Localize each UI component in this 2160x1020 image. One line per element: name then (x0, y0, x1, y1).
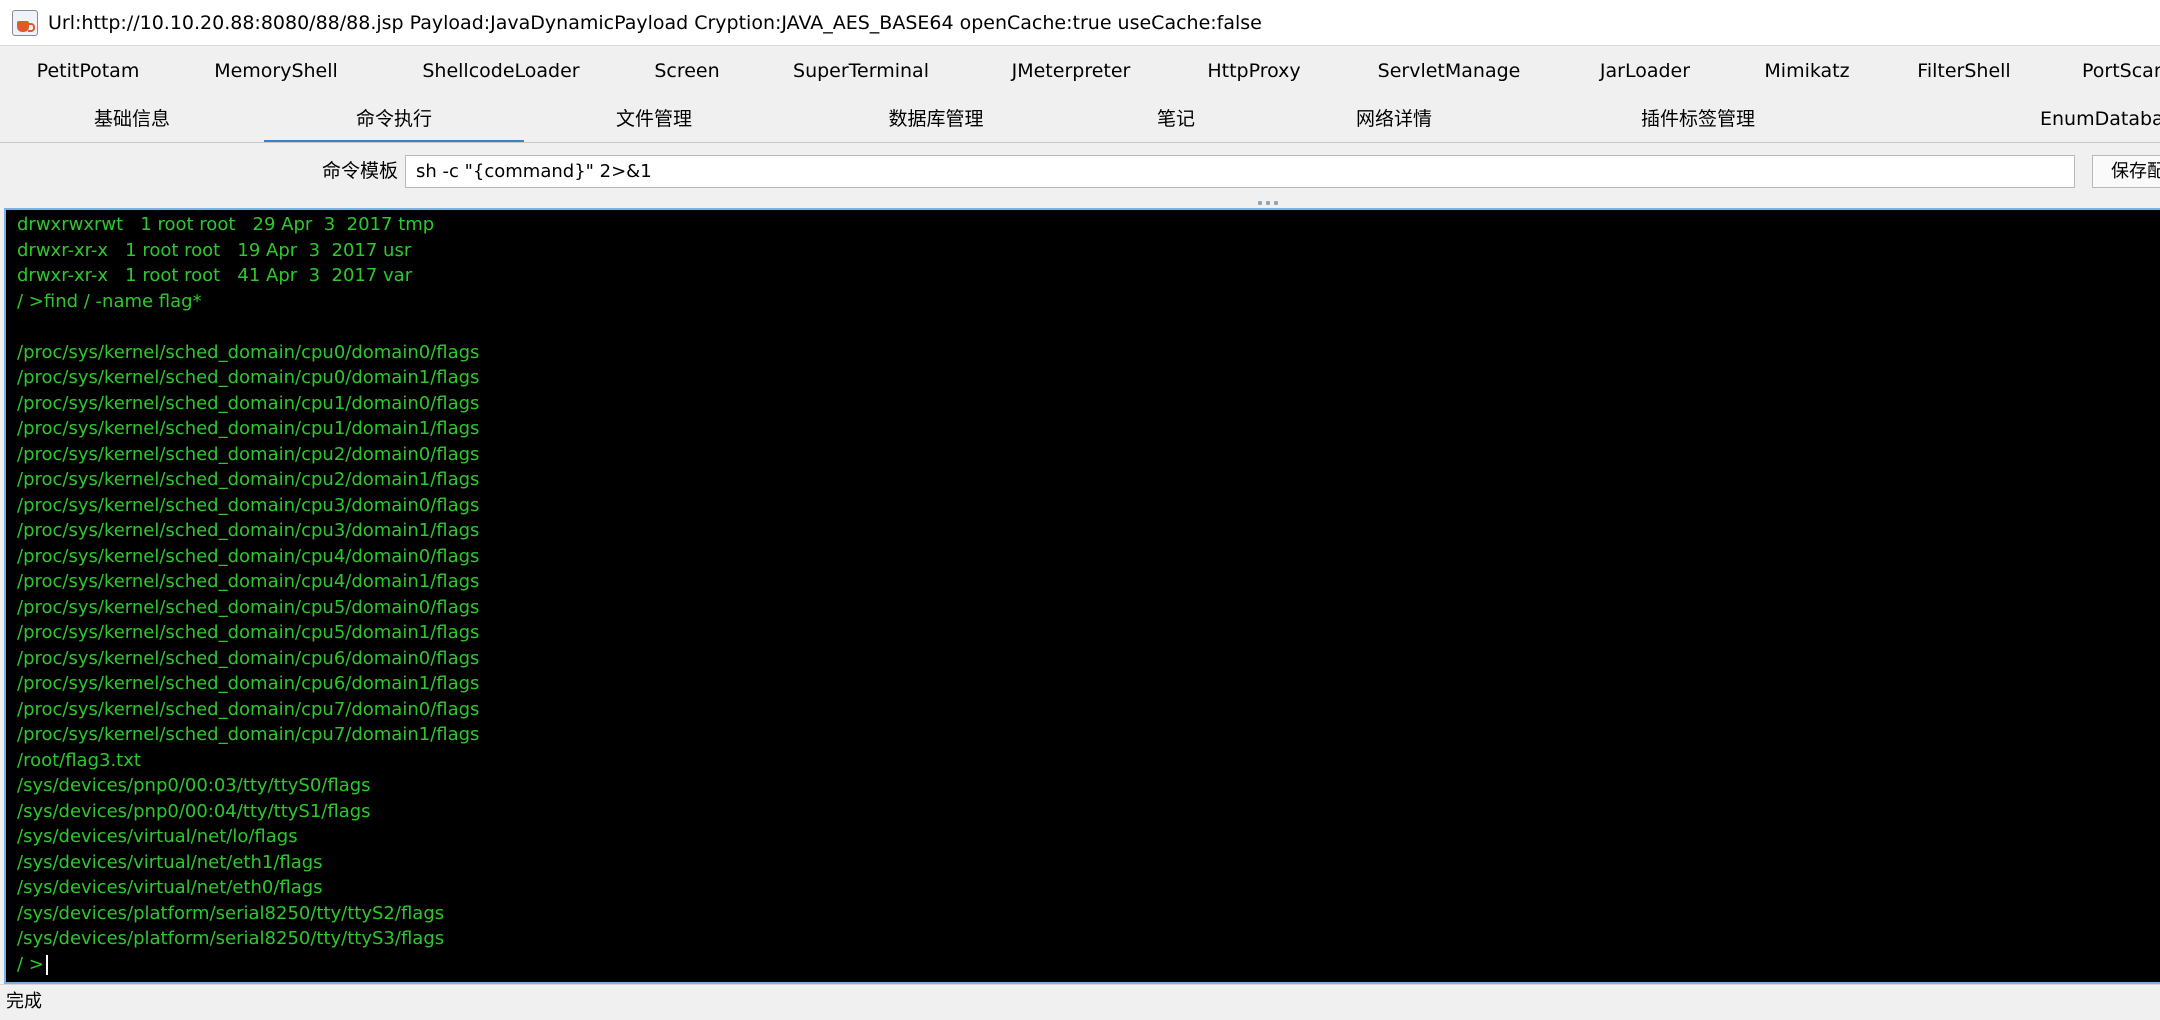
terminal-line: drwxr-xr-x 1 root root 41 Apr 3 2017 var (17, 265, 413, 286)
terminal-prompt: / > (17, 954, 44, 975)
command-template-label: 命令模板 (322, 160, 399, 182)
tab-notes[interactable]: 笔记 (1088, 96, 1264, 142)
tab-servletmanage[interactable]: ServletManage (1340, 48, 1558, 94)
java-app-icon (12, 9, 38, 36)
tab-database-manager[interactable]: 数据库管理 (784, 96, 1088, 142)
terminal-line: /sys/devices/virtual/net/eth0/flags (17, 877, 323, 898)
split-pane-divider[interactable] (0, 198, 2160, 208)
tab-shellcodeloader[interactable]: ShellcodeLoader (376, 48, 626, 94)
main-tab-row: 基础信息 命令执行 文件管理 数据库管理 笔记 网络详情 插件标签管理 Enum… (0, 96, 2160, 142)
tab-memoryshell[interactable]: MemoryShell (176, 48, 376, 94)
tab-mimikatz[interactable]: Mimikatz (1732, 48, 1882, 94)
terminal-line: /proc/sys/kernel/sched_domain/cpu0/domai… (17, 367, 480, 388)
terminal-line: drwxr-xr-x 1 root root 19 Apr 3 2017 usr (17, 239, 412, 261)
terminal-output[interactable]: drwxrwxrwt 1 root root 29 Apr 3 2017 tmp… (4, 208, 2160, 984)
window-titlebar: Url:http://10.10.20.88:8080/88/88.jsp Pa… (0, 0, 2160, 46)
terminal-line: /sys/devices/virtual/net/lo/flags (17, 826, 298, 847)
tab-enumdatabase[interactable]: EnumDatabase (2040, 96, 2160, 142)
terminal-line: /proc/sys/kernel/sched_domain/cpu6/domai… (17, 673, 480, 694)
plugin-tab-row: PetitPotam MemoryShell ShellcodeLoader S… (0, 48, 2160, 94)
tab-basic-info[interactable]: 基础信息 (0, 96, 264, 142)
terminal-line: /proc/sys/kernel/sched_domain/cpu4/domai… (17, 545, 480, 567)
window-title: Url:http://10.10.20.88:8080/88/88.jsp Pa… (48, 11, 1262, 34)
tab-divider (0, 142, 2160, 143)
terminal-line: /root/flag3.txt (17, 749, 141, 771)
status-text: 完成 (6, 991, 42, 1012)
tab-jmeterpreter[interactable]: JMeterpreter (974, 48, 1168, 94)
terminal-line: /sys/devices/virtual/net/eth1/flags (17, 851, 323, 873)
tab-jarloader[interactable]: JarLoader (1558, 48, 1732, 94)
terminal-line: /proc/sys/kernel/sched_domain/cpu6/domai… (17, 647, 480, 669)
grip-dots-icon (1258, 201, 1278, 205)
terminal-line: /proc/sys/kernel/sched_domain/cpu5/domai… (17, 596, 480, 618)
tab-petitpotam[interactable]: PetitPotam (0, 48, 176, 94)
tab-httpproxy[interactable]: HttpProxy (1168, 48, 1340, 94)
terminal-line: / >find / -name flag* (17, 290, 202, 312)
terminal-line: /proc/sys/kernel/sched_domain/cpu2/domai… (17, 469, 480, 490)
terminal-line: /proc/sys/kernel/sched_domain/cpu0/domai… (17, 341, 480, 363)
save-config-button[interactable]: 保存配置 (2092, 155, 2160, 188)
terminal-line: /sys/devices/pnp0/00:03/tty/ttyS0/flags (17, 775, 371, 796)
status-bar: 完成 (0, 984, 2160, 1020)
terminal-prompt-line[interactable]: / > (17, 952, 48, 978)
terminal-lines: drwxrwxrwt 1 root root 29 Apr 3 2017 tmp… (17, 212, 479, 952)
terminal-line: /proc/sys/kernel/sched_domain/cpu7/domai… (17, 724, 480, 745)
terminal-line: /sys/devices/pnp0/00:04/tty/ttyS1/flags (17, 800, 371, 822)
terminal-line: /sys/devices/platform/serial8250/tty/tty… (17, 928, 445, 949)
terminal-line: drwxrwxrwt 1 root root 29 Apr 3 2017 tmp (17, 214, 435, 235)
tab-superterminal[interactable]: SuperTerminal (748, 48, 974, 94)
text-caret (45, 955, 48, 975)
tab-screen[interactable]: Screen (626, 48, 748, 94)
tab-portscan[interactable]: PortScan (2046, 48, 2160, 94)
tab-file-manager[interactable]: 文件管理 (524, 96, 784, 142)
terminal-line: /proc/sys/kernel/sched_domain/cpu7/domai… (17, 698, 480, 720)
tab-filtershell[interactable]: FilterShell (1882, 48, 2046, 94)
command-template-bar: 命令模板 保存配置 (0, 146, 2160, 196)
terminal-line: /proc/sys/kernel/sched_domain/cpu3/domai… (17, 520, 480, 541)
command-template-input[interactable] (405, 155, 2075, 188)
terminal-line: /proc/sys/kernel/sched_domain/cpu4/domai… (17, 571, 480, 592)
terminal-line: /proc/sys/kernel/sched_domain/cpu2/domai… (17, 443, 480, 465)
terminal-line: /proc/sys/kernel/sched_domain/cpu1/domai… (17, 418, 480, 439)
tab-command-exec[interactable]: 命令执行 (264, 96, 524, 142)
terminal-line: /proc/sys/kernel/sched_domain/cpu1/domai… (17, 392, 480, 414)
tab-network-details[interactable]: 网络详情 (1264, 96, 1524, 142)
terminal-line: /proc/sys/kernel/sched_domain/cpu5/domai… (17, 622, 480, 643)
terminal-line: /proc/sys/kernel/sched_domain/cpu3/domai… (17, 494, 480, 516)
tab-plugin-tag-manage[interactable]: 插件标签管理 (1524, 96, 1872, 142)
terminal-line: /sys/devices/platform/serial8250/tty/tty… (17, 902, 445, 924)
